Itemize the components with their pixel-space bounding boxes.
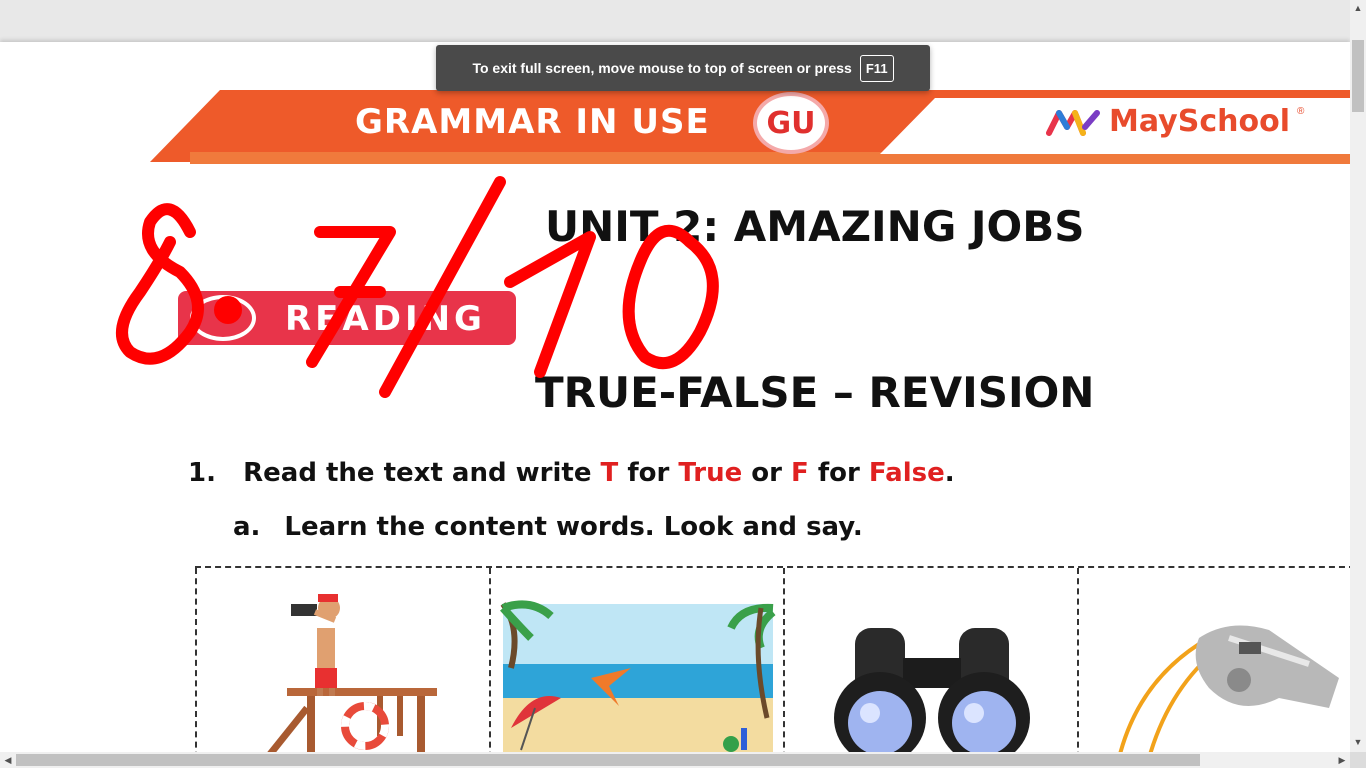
f11-key-badge: F11	[859, 54, 894, 82]
question-1-for: for	[618, 458, 679, 488]
cell-whistle	[1077, 568, 1350, 752]
scroll-down-icon[interactable]: ▼	[1350, 734, 1366, 750]
mayschool-mark-icon	[1046, 109, 1100, 136]
question-1-for-2: for	[808, 458, 869, 488]
question-1-or: or	[742, 458, 792, 488]
scroll-right-icon[interactable]: ▶	[1334, 752, 1350, 768]
scroll-up-icon[interactable]: ▲	[1350, 0, 1366, 16]
whistle-image	[1118, 625, 1339, 752]
question-1-period: .	[944, 458, 955, 488]
question-1-false: False	[868, 458, 945, 488]
question-1-t: T	[600, 458, 619, 488]
reading-icon	[190, 295, 256, 341]
question-1-number: 1.	[188, 458, 216, 488]
top-bar	[0, 0, 1350, 42]
banner-title: GRAMMAR IN USE	[355, 102, 710, 142]
cell-binoculars	[783, 568, 1079, 752]
beach-image	[500, 600, 776, 752]
horizontal-scrollbar[interactable]: ◀ ▶	[0, 752, 1350, 768]
worksheet-page: GRAMMAR IN USE GU MaySchool ® UNIT 2: AM…	[0, 42, 1350, 752]
section-title: TRUE-FALSE – REVISION	[535, 368, 1095, 417]
cell-beach	[489, 568, 785, 752]
unit-title: UNIT 2: AMAZING JOBS	[545, 202, 1085, 251]
question-1-f: F	[791, 458, 809, 488]
vocabulary-image-grid	[195, 566, 1350, 752]
mayschool-brand-text: MaySchool	[1109, 104, 1290, 139]
toast-message: To exit full screen, move mouse to top o…	[472, 60, 852, 76]
question-a-number: a.	[233, 512, 261, 542]
horizontal-scroll-thumb[interactable]	[16, 754, 1200, 766]
scroll-left-icon[interactable]: ◀	[0, 752, 16, 768]
question-1-true: True	[678, 458, 743, 488]
reading-badge-label: READING	[285, 299, 486, 339]
vertical-scrollbar[interactable]: ▲ ▼	[1350, 0, 1366, 752]
question-1-text: Read the text and write	[243, 458, 601, 488]
cell-lifeguard	[195, 568, 491, 752]
gu-logo: GU	[753, 92, 829, 154]
question-a: a. Learn the content words. Look and say.	[233, 512, 863, 542]
lifeguard-image	[267, 594, 437, 752]
question-1: 1. Read the text and write T for True or…	[188, 458, 955, 488]
question-a-text: Learn the content words. Look and say.	[284, 512, 863, 542]
gu-logo-text: GU	[766, 105, 816, 141]
vertical-scroll-thumb[interactable]	[1352, 40, 1364, 112]
mayschool-logo: MaySchool	[1045, 104, 1290, 139]
fullscreen-exit-toast: To exit full screen, move mouse to top o…	[436, 45, 930, 91]
binoculars-image	[834, 628, 1030, 752]
registered-mark: ®	[1297, 106, 1305, 117]
scrollbar-corner	[1350, 752, 1366, 768]
